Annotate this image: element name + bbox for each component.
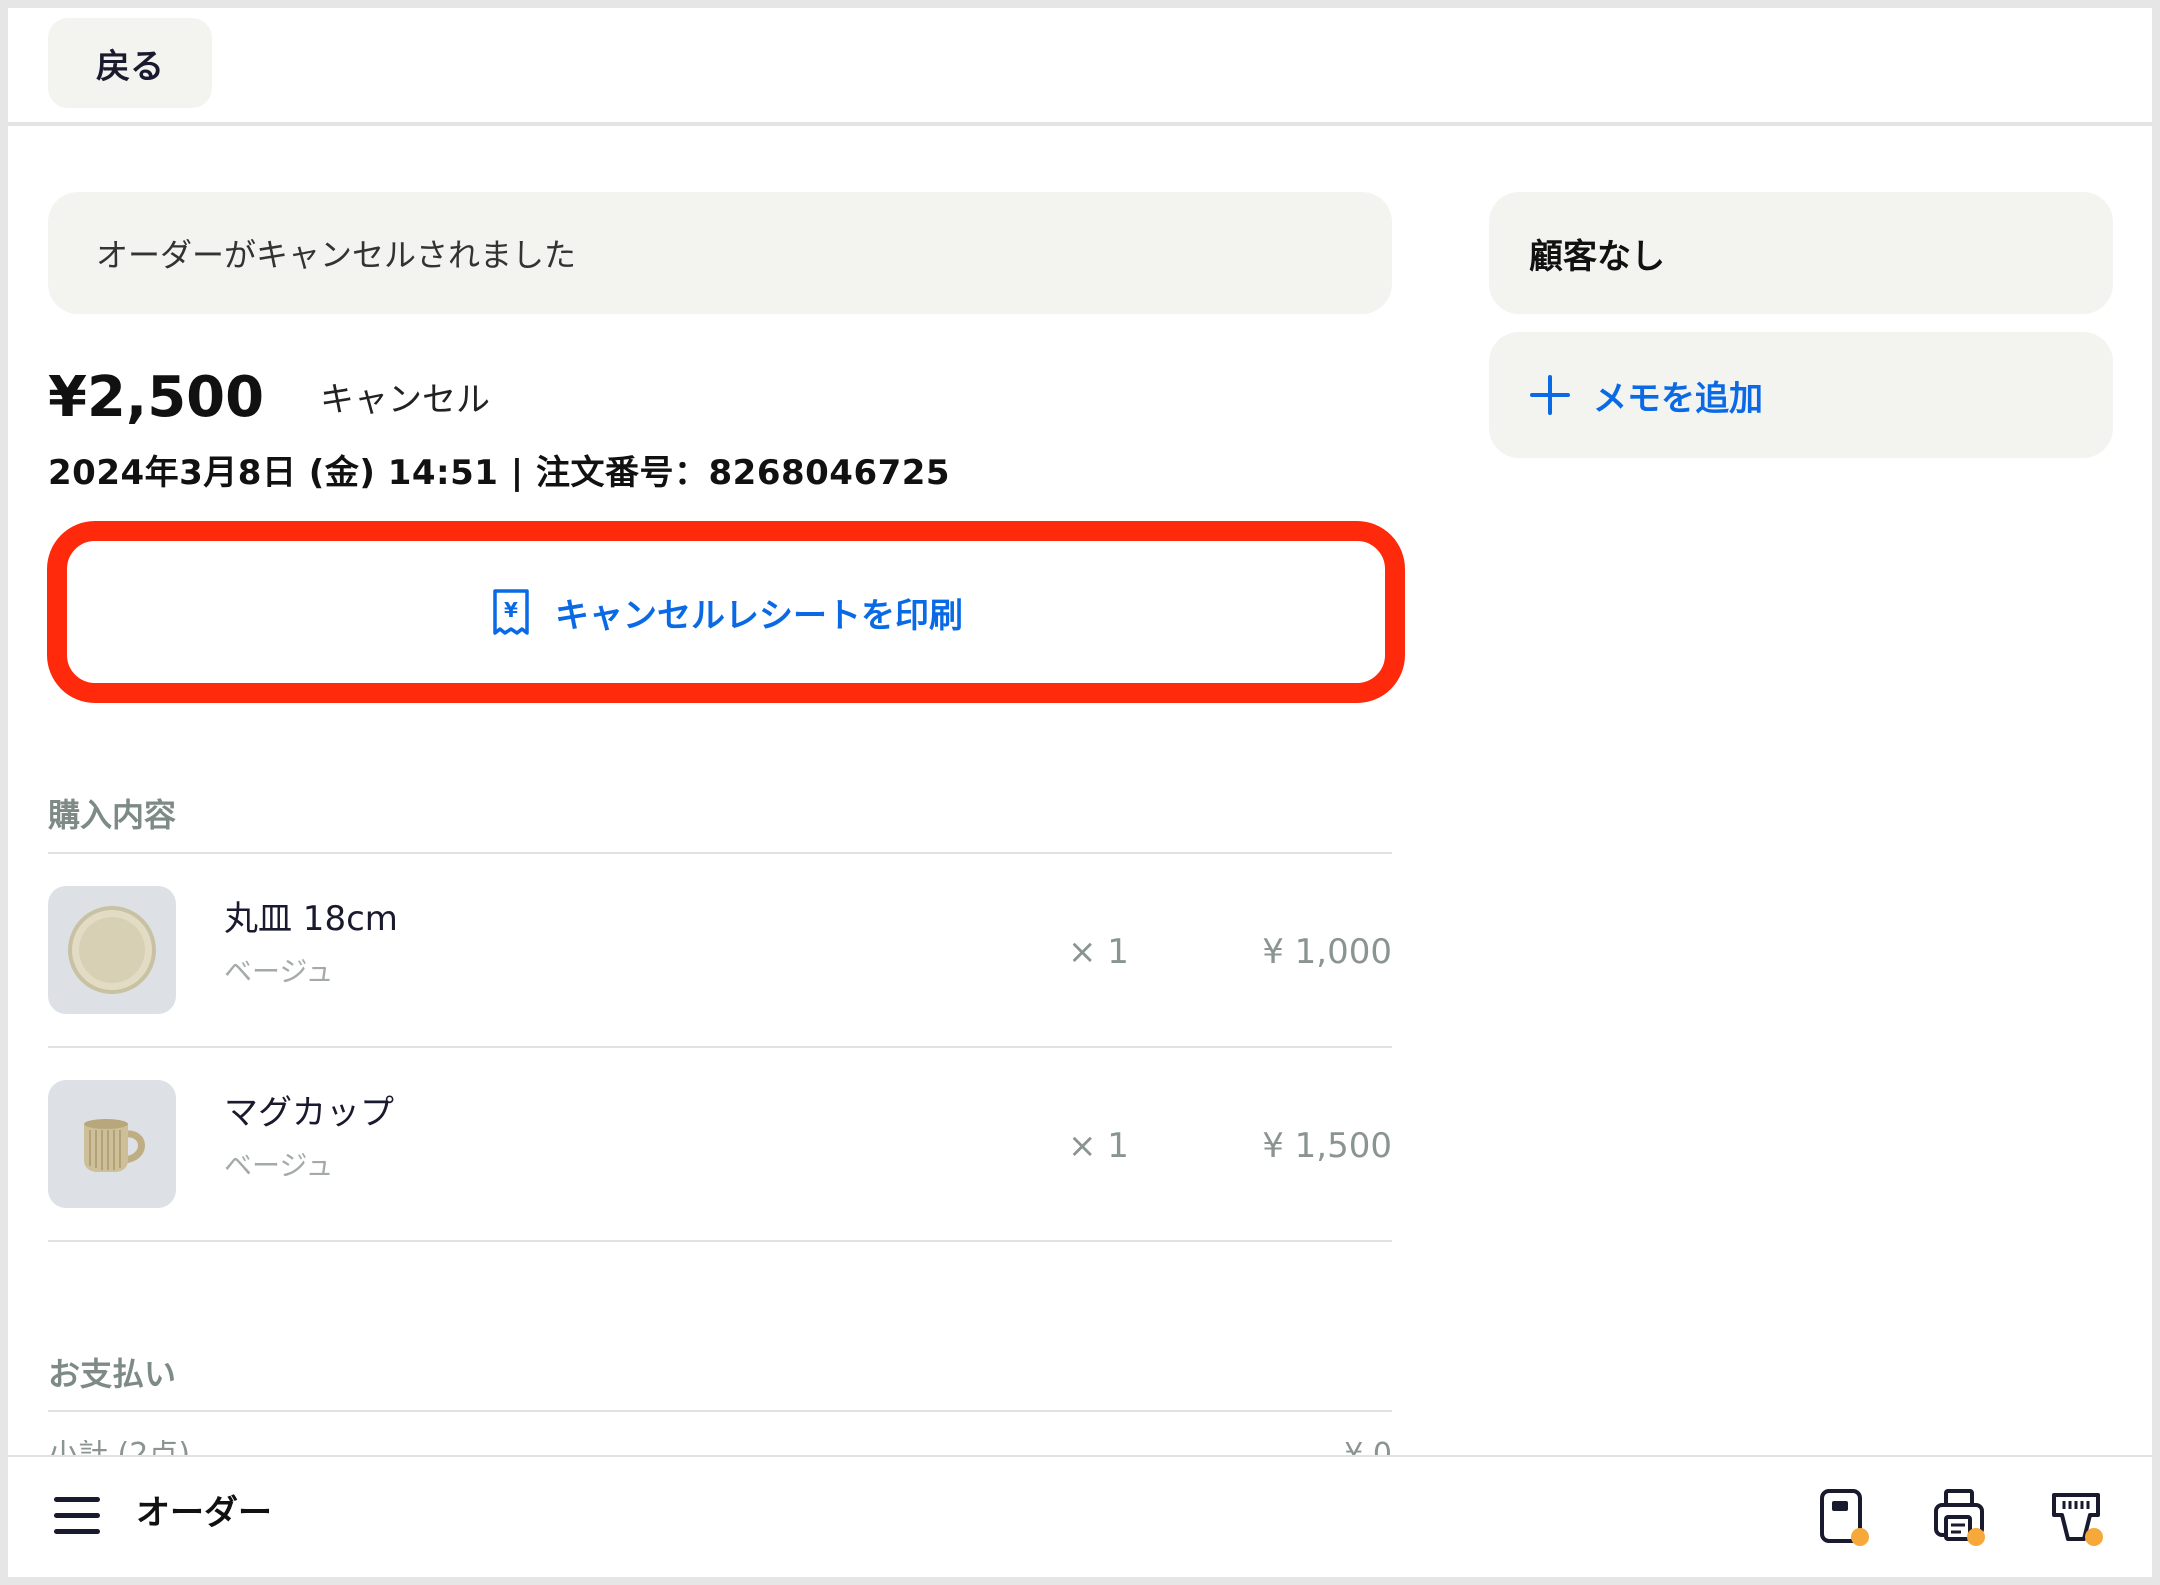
- receipt-printer-icon[interactable]: [1932, 1487, 1988, 1547]
- app-window: 戻る オーダーがキャンセルされました ¥2,500 キャンセル 2024年3月8…: [8, 8, 2152, 1577]
- top-header: 戻る: [8, 8, 2152, 126]
- item-variant: ベージュ: [224, 955, 334, 988]
- item-quantity: × 1: [1068, 932, 1129, 972]
- back-button[interactable]: 戻る: [48, 18, 212, 108]
- list-item[interactable]: マグカップ ベージュ × 1 ¥ 1,500: [48, 1048, 1392, 1240]
- add-memo-label: メモを追加: [1593, 378, 1763, 419]
- svg-text:¥: ¥: [504, 598, 518, 622]
- receipt-icon: ¥: [489, 587, 533, 637]
- item-quantity: × 1: [1068, 1126, 1129, 1166]
- item-name: マグカップ: [224, 1093, 394, 1133]
- mug-icon: [48, 1080, 176, 1208]
- divider: [48, 1240, 1392, 1242]
- nav-title: オーダー: [136, 1493, 272, 1533]
- list-item[interactable]: 丸皿 18cm ベージュ × 1 ¥ 1,000: [48, 854, 1392, 1046]
- payment-section-title: お支払い: [48, 1355, 177, 1393]
- card-reader-icon[interactable]: [1816, 1487, 1872, 1547]
- item-price: ¥ 1,500: [1262, 1126, 1392, 1166]
- plus-icon: [1529, 374, 1571, 416]
- customer-label: 顧客なし: [1529, 236, 1665, 277]
- cash-drawer-icon[interactable]: [2050, 1487, 2106, 1547]
- item-name: 丸皿 18cm: [224, 899, 398, 939]
- customer-card[interactable]: 顧客なし: [1489, 192, 2113, 314]
- order-status: キャンセル: [320, 380, 490, 420]
- item-variant: ベージュ: [224, 1149, 334, 1182]
- add-memo-button[interactable]: メモを追加: [1489, 332, 2113, 458]
- items-section-title: 購入内容: [48, 796, 177, 834]
- print-cancel-receipt-label: キャンセルレシートを印刷: [555, 595, 963, 636]
- status-banner: オーダーがキャンセルされました: [48, 192, 1392, 314]
- plate-icon: [48, 886, 176, 1014]
- item-price: ¥ 1,000: [1262, 932, 1392, 972]
- order-meta: 2024年3月8日 (金) 14:51 | 注文番号：8268046725: [48, 453, 951, 493]
- menu-icon[interactable]: [54, 1495, 100, 1537]
- print-cancel-receipt-button[interactable]: ¥ キャンセルレシートを印刷: [67, 541, 1385, 683]
- order-total: ¥2,500: [48, 365, 265, 430]
- divider: [48, 1410, 1392, 1412]
- bottom-bar: オーダー: [8, 1455, 2152, 1577]
